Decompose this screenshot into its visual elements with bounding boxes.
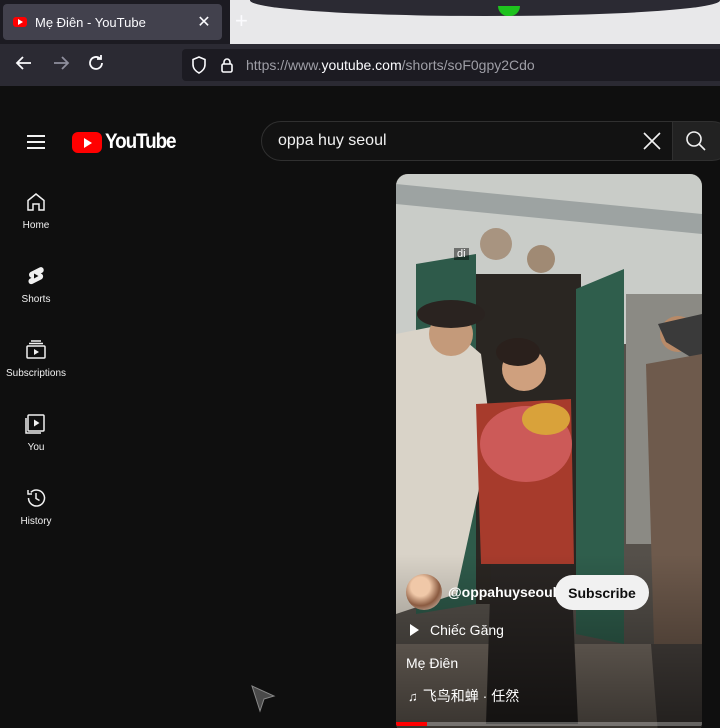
search-button[interactable] [672,121,720,161]
history-icon [27,489,46,507]
short-title[interactable]: Mẹ Điên [406,655,458,671]
search-box[interactable]: oppa huy seoul [261,121,673,161]
sidebar-item-shorts[interactable]: Shorts [0,260,72,334]
channel-avatar[interactable] [406,574,442,610]
you-icon [25,414,45,434]
video-frame [396,174,702,728]
youtube-logo[interactable]: YouTube [72,130,183,154]
url-text: https://www.youtube.com/shorts/soF0gpy2C… [246,57,535,73]
browser-navbar: https://www.youtube.com/shorts/soF0gpy2C… [0,44,720,86]
youtube-masthead: YouTube oppa huy seoul [0,86,720,186]
channel-handle[interactable]: @oppahuyseoul [448,584,557,600]
shorts-video-player[interactable]: di @oppahuyseoul Subscribe Chiếc Găng Mẹ… [396,174,702,728]
sidebar-item-you[interactable]: You [0,408,72,482]
sidebar-item-label: You [27,442,45,453]
playlist-title: Chiếc Găng [430,622,504,638]
back-button[interactable] [12,53,36,77]
clear-search-icon[interactable] [632,121,672,161]
video-progress-bar[interactable] [396,722,702,726]
sidebar-item-label: Subscriptions [5,368,67,379]
sidebar-item-label: History [20,516,52,527]
lock-icon[interactable] [218,56,236,74]
guide-sidebar: Home Shorts Subscriptions You History [0,186,72,556]
shorts-icon [28,267,44,285]
window-decoration [230,0,720,44]
mouse-cursor-icon [251,685,276,713]
music-title: 飞鸟和蝉 · 任然 [422,688,520,704]
arrow-right-icon [54,56,70,70]
play-icon [410,624,419,636]
hamburger-menu-icon[interactable] [24,131,48,155]
music-note-icon: ♫ [408,688,418,704]
youtube-wordmark: YouTube [105,130,177,153]
sidebar-item-label: Shorts [21,294,51,305]
progress-fill [396,722,427,726]
sidebar-item-home[interactable]: Home [0,186,72,260]
channel-info[interactable]: @oppahuyseoul [406,574,557,610]
tab-close-icon[interactable]: ✕ [196,12,212,32]
arrow-left-icon [15,56,31,70]
browser-tab-strip: Mẹ Điên - YouTube ✕ + [0,0,720,44]
video-overlay-caption: di [454,248,469,260]
shield-icon[interactable] [190,56,208,74]
sidebar-item-subscriptions[interactable]: Subscriptions [0,334,72,408]
subscribe-button[interactable]: Subscribe [555,575,649,610]
subscriptions-icon [26,340,46,359]
playlist-link[interactable]: Chiếc Găng [410,622,504,638]
search-input[interactable]: oppa huy seoul [278,132,632,150]
music-link[interactable]: ♫ 飞鸟和蝉 · 任然 [408,686,519,706]
reload-icon [89,55,103,70]
reload-button[interactable] [84,53,108,77]
home-icon [27,193,45,211]
tab-title: Mẹ Điên - YouTube [35,14,146,30]
search-icon [686,131,706,151]
new-tab-button[interactable]: + [235,10,248,32]
youtube-play-logo-icon [72,131,102,153]
forward-button[interactable] [49,53,73,77]
sidebar-item-history[interactable]: History [0,482,72,556]
sidebar-item-label: Home [22,220,50,231]
address-bar[interactable]: https://www.youtube.com/shorts/soF0gpy2C… [182,49,720,81]
youtube-favicon-icon [13,17,27,27]
browser-tab-active[interactable]: Mẹ Điên - YouTube ✕ [3,4,222,40]
